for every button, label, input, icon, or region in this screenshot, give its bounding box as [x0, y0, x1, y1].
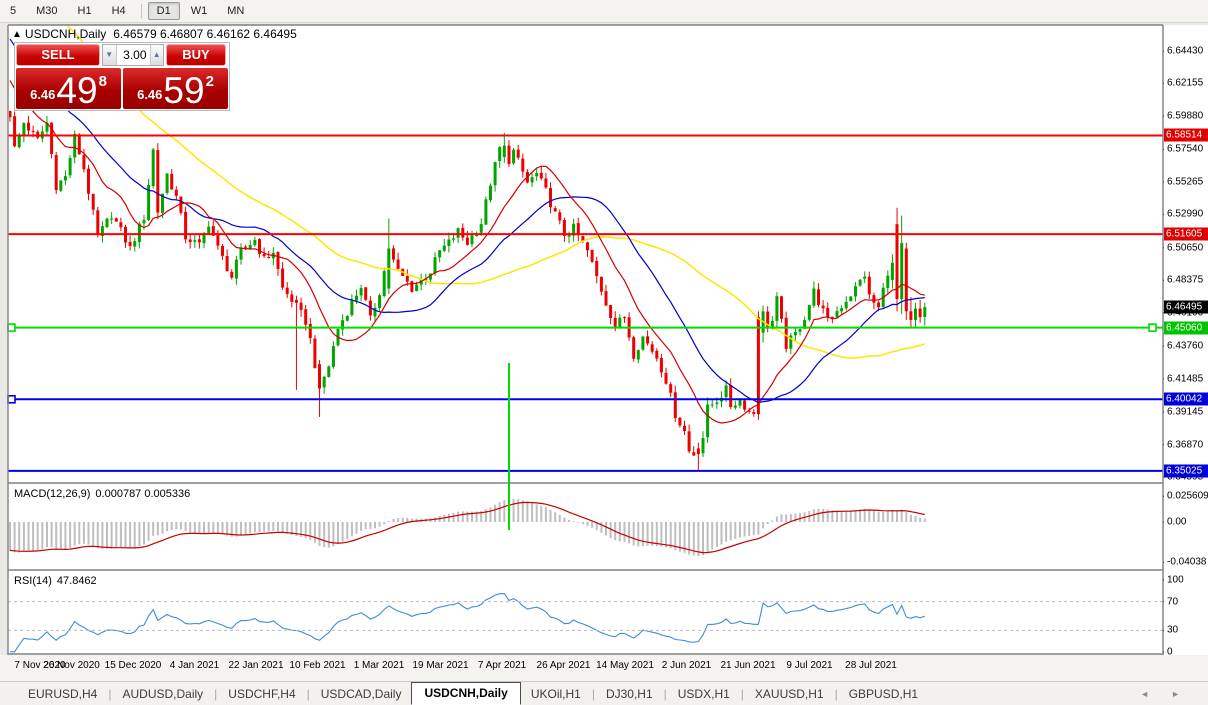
sell-price-big: 49: [56, 74, 97, 107]
date-tick-label: 26 Apr 2021: [537, 660, 591, 671]
date-tick-label: 10 Feb 2021: [289, 660, 345, 671]
rsi-axis-label: 100: [1167, 574, 1207, 587]
macd-indicator-label: MACD(12,26,9)0.000787 0.005336: [14, 488, 195, 500]
tab-scroll-right-icon[interactable]: ►: [1171, 689, 1180, 699]
volume-increase-button[interactable]: ▲: [150, 45, 164, 65]
volume-decrease-button[interactable]: ▼: [103, 45, 117, 65]
chart-title: ▲ USDCNH,Daily 6.46579 6.46807 6.46162 6…: [12, 27, 297, 41]
mt4-window: 5M30H1H4 D1W1MN ▲ USDCNH,Daily 6.46579 6.…: [0, 0, 1208, 705]
price-level-badge: 6.58514: [1164, 129, 1208, 142]
date-tick-label: 21 Jun 2021: [720, 660, 775, 671]
price-tick-label: 6.62155: [1167, 77, 1207, 90]
date-tick-label: 2 Jun 2021: [662, 660, 712, 671]
price-tick-label: 6.36870: [1167, 438, 1207, 451]
ohlc-values: 6.46579 6.46807 6.46162 6.46495: [113, 27, 297, 41]
chart-tab-eurusd[interactable]: EURUSD,H4: [18, 684, 107, 704]
chart-tab-xauusd[interactable]: XAUUSD,H1: [745, 684, 834, 704]
date-axis[interactable]: 7 Nov 202026 Nov 202015 Dec 20204 Jan 20…: [0, 655, 1208, 681]
chart-tab-audusd[interactable]: AUDUSD,Daily: [112, 684, 213, 704]
date-tick-label: 28 Jul 2021: [845, 660, 897, 671]
date-tick-label: 26 Nov 2020: [43, 660, 100, 671]
chart-tab-usdcad[interactable]: USDCAD,Daily: [311, 684, 412, 704]
price-level-badge: 6.35025: [1164, 464, 1208, 477]
chart-tab-usdx[interactable]: USDX,H1: [668, 684, 740, 704]
date-tick-label: 15 Dec 2020: [105, 660, 162, 671]
date-tick-label: 14 May 2021: [596, 660, 654, 671]
price-tick-label: 6.55265: [1167, 175, 1207, 188]
price-axis[interactable]: 6.64430 6.62155 6.59880 6.57540 6.55265 6.529…: [1164, 25, 1208, 655]
price-level-badge: 6.46495: [1164, 301, 1208, 314]
timeframe-toolbar: 5M30H1H4 D1W1MN: [0, 0, 1208, 23]
one-click-trading-panel: SELL ▼ ▲ BUY 6.46 49 8 6.46 59 2: [14, 42, 230, 111]
date-tick-label: 4 Jan 2021: [170, 660, 220, 671]
price-tick-label: 6.50650: [1167, 241, 1207, 254]
rsi-indicator-label: RSI(14)47.8462: [14, 575, 102, 587]
price-tick-label: 6.64430: [1167, 45, 1207, 58]
volume-input[interactable]: [117, 45, 150, 65]
price-tick-label: 6.52990: [1167, 208, 1207, 221]
volume-stepper: ▼ ▲: [102, 44, 164, 66]
timeframe-button-mn[interactable]: MN: [218, 2, 253, 20]
price-level-badge: 6.45060: [1164, 321, 1208, 334]
chart-tab-ukoil[interactable]: UKOil,H1: [521, 684, 591, 704]
date-tick-label: 22 Jan 2021: [228, 660, 283, 671]
sell-price-prefix: 6.46: [30, 87, 55, 102]
chart-tab-usdchf[interactable]: USDCHF,H4: [218, 684, 305, 704]
buy-button[interactable]: BUY: [166, 44, 226, 66]
timeframe-button-h4[interactable]: H4: [103, 2, 135, 20]
sell-button[interactable]: SELL: [16, 44, 100, 66]
buy-price-prefix: 6.46: [137, 87, 162, 102]
chart-tab-usdcnh[interactable]: USDCNH,Daily: [411, 682, 520, 705]
toolbar-separator: [141, 4, 142, 18]
rsi-axis-label: 30: [1167, 624, 1207, 637]
price-level-badge: 6.51605: [1164, 228, 1208, 241]
buy-price-display[interactable]: 6.46 59 2: [123, 68, 228, 109]
timeframe-button-5[interactable]: 5: [1, 2, 25, 20]
buy-price-sup: 2: [206, 73, 214, 90]
price-tick-label: 6.59880: [1167, 109, 1207, 122]
timeframe-button-w1[interactable]: W1: [182, 2, 217, 20]
tab-scroll-left-icon[interactable]: ◄: [1140, 689, 1149, 699]
price-tick-label: 6.39145: [1167, 406, 1207, 419]
chart-tab-dj30[interactable]: DJ30,H1: [596, 684, 663, 704]
timeframe-button-m30[interactable]: M30: [27, 2, 66, 20]
timeframe-button-d1[interactable]: D1: [148, 2, 180, 20]
price-tick-label: 6.48375: [1167, 274, 1207, 287]
date-tick-label: 19 Mar 2021: [412, 660, 468, 671]
tab-scroll-arrows: ◄►: [1140, 689, 1180, 699]
chart-tab-gbpusd[interactable]: GBPUSD,H1: [839, 684, 928, 704]
buy-price-big: 59: [163, 74, 204, 107]
date-tick-label: 1 Mar 2021: [354, 660, 405, 671]
sell-price-display[interactable]: 6.46 49 8: [16, 68, 121, 109]
price-tick-label: 6.41485: [1167, 372, 1207, 385]
price-tick-label: 6.43760: [1167, 340, 1207, 353]
chart-marker-icon: ▲: [12, 29, 22, 40]
chart-tab-bar: EURUSD,H4|AUDUSD,Daily|USDCHF,H4|USDCAD,…: [0, 681, 1208, 705]
sell-price-sup: 8: [99, 73, 107, 90]
date-tick-label: 9 Jul 2021: [786, 660, 832, 671]
timeframe-button-h1[interactable]: H1: [69, 2, 101, 20]
date-tick-label: 7 Apr 2021: [478, 660, 526, 671]
macd-axis-label: 0.00: [1167, 516, 1207, 529]
macd-axis-label: -0.04038: [1167, 556, 1207, 569]
rsi-axis-label: 70: [1167, 595, 1207, 608]
price-tick-label: 6.57540: [1167, 143, 1207, 156]
macd-axis-label: 0.025609: [1167, 490, 1207, 503]
price-level-badge: 6.40042: [1164, 393, 1208, 406]
symbol-name: USDCNH,Daily: [25, 27, 106, 41]
